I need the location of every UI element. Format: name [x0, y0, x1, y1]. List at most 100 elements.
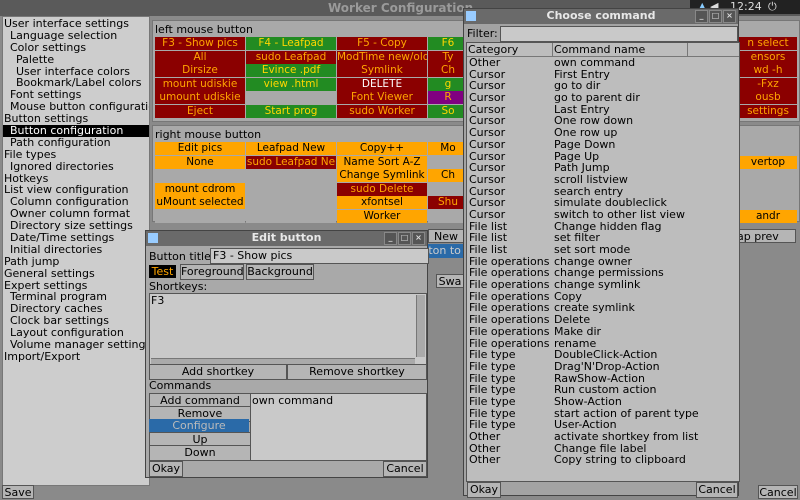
save-button[interactable]: Save — [2, 485, 34, 499]
col-command-header[interactable]: Command name — [553, 43, 688, 56]
tree-item[interactable]: Button configuration — [3, 125, 149, 137]
grid-button[interactable]: n select — [739, 37, 797, 50]
grid-button[interactable]: F3 - Show pics — [155, 37, 245, 50]
tree-item[interactable]: Palette — [3, 54, 149, 66]
tree-item[interactable]: Language selection — [3, 30, 149, 42]
command-row[interactable]: Other own command — [469, 57, 739, 69]
configure-button[interactable]: Configure — [149, 419, 249, 433]
grid-button[interactable]: sudo Leafpad — [246, 50, 336, 64]
grid-button[interactable]: uMount selected — [155, 196, 245, 209]
grid-button[interactable]: g — [428, 77, 468, 91]
grid-button[interactable] — [246, 196, 336, 209]
tree-item[interactable]: Expert settings — [3, 280, 149, 292]
grid-button[interactable] — [428, 155, 468, 169]
power-icon[interactable]: ⏻ — [768, 0, 777, 14]
grid-button[interactable]: sudo Delete — [337, 182, 427, 196]
choose-dialog-titlebar[interactable]: Choose command _ □ × — [464, 9, 738, 24]
grid-button[interactable]: andr — [739, 209, 797, 223]
settings-tree[interactable]: User interface settings Language selectio… — [2, 16, 150, 486]
choose-okay-button[interactable]: Okay — [467, 482, 501, 498]
grid-button[interactable]: ensors — [739, 50, 797, 64]
grid-button[interactable] — [428, 182, 468, 196]
command-row[interactable]: Cursor Page Down — [469, 139, 739, 151]
grid-button[interactable] — [246, 91, 336, 104]
grid-button[interactable]: -Fxz — [739, 77, 797, 91]
grid-button[interactable]: vertop — [739, 155, 797, 169]
grid-button[interactable]: Leafpad New — [246, 142, 336, 155]
command-table[interactable]: Category Command name Other own command Cu… — [466, 42, 740, 482]
down-button[interactable]: Down — [149, 445, 251, 461]
minimize-icon[interactable]: _ — [384, 232, 397, 245]
command-row[interactable]: Cursor switch to other list view — [469, 209, 739, 221]
settings-tree-list[interactable]: User interface settings Language selectio… — [3, 17, 149, 363]
swap-button[interactable]: Swa — [436, 274, 464, 288]
close-icon[interactable]: × — [723, 10, 736, 23]
tree-item[interactable]: Clock bar settings — [3, 315, 149, 327]
grid-button[interactable]: ousb — [739, 91, 797, 104]
grid-button[interactable]: Eject — [155, 104, 245, 118]
edit-okay-button[interactable]: Okay — [149, 461, 183, 477]
grid-button[interactable]: Name Sort A-Z — [337, 155, 427, 169]
foreground-button[interactable]: Foreground — [180, 264, 244, 280]
grid-button[interactable] — [246, 209, 336, 223]
col-category-header[interactable]: Category — [467, 43, 553, 56]
grid-button[interactable] — [739, 196, 797, 209]
choose-cancel-button[interactable]: Cancel — [696, 482, 738, 498]
grid-button[interactable]: R — [428, 91, 468, 104]
grid-button[interactable]: Ch — [428, 169, 468, 182]
tree-item[interactable]: Column configuration — [3, 196, 149, 208]
grid-button[interactable]: xfontsel — [337, 196, 427, 209]
tree-item[interactable]: User interface colors — [3, 66, 149, 78]
background-button[interactable]: Background — [246, 264, 314, 280]
tree-item[interactable]: Bookmark/Label colors — [3, 77, 149, 89]
tree-item[interactable]: Mouse button configuration — [3, 101, 149, 113]
grid-button[interactable]: mount udiskie — [155, 77, 245, 91]
remove-shortkey-button[interactable]: Remove shortkey — [287, 364, 427, 380]
grid-button[interactable] — [155, 209, 245, 223]
grid-button[interactable]: F4 - Leafpad — [246, 37, 336, 50]
grid-button[interactable]: So — [428, 104, 468, 118]
tree-item[interactable]: File types — [3, 149, 149, 161]
edit-cancel-button[interactable]: Cancel — [383, 461, 427, 477]
add-shortkey-button[interactable]: Add shortkey — [149, 364, 287, 380]
tree-item[interactable]: Path configuration — [3, 137, 149, 149]
tree-item[interactable]: General settings — [3, 268, 149, 280]
command-row[interactable]: Other activate shortkey from list — [469, 431, 739, 443]
grid-button[interactable]: Symlink — [337, 64, 427, 77]
shortkey-item[interactable]: F3 — [150, 294, 426, 307]
grid-button[interactable]: Ch — [428, 64, 468, 77]
grid-button[interactable]: umount udiskie — [155, 91, 245, 104]
grid-button[interactable]: Edit pics — [155, 142, 245, 155]
tree-item[interactable]: Layout configuration — [3, 327, 149, 339]
maximize-icon[interactable]: □ — [709, 10, 722, 23]
grid-button[interactable]: Shu — [428, 196, 468, 209]
tree-item[interactable]: Ignored directories — [3, 161, 149, 173]
command-row[interactable]: Cursor scroll listview — [469, 174, 739, 186]
tree-item[interactable]: Initial directories — [3, 244, 149, 256]
command-row[interactable]: Cursor First Entry — [469, 68, 739, 81]
grid-button[interactable]: Change Symlink — [337, 169, 427, 182]
grid-button[interactable]: view .html — [246, 77, 336, 91]
grid-button[interactable]: mount cdrom — [155, 182, 245, 196]
tree-item[interactable]: Owner column format — [3, 208, 149, 220]
tree-item[interactable]: Button settings — [3, 113, 149, 125]
close-icon[interactable]: × — [412, 232, 425, 245]
command-row[interactable]: File list set sort mode — [469, 244, 739, 256]
tree-item[interactable]: Terminal program — [3, 291, 149, 303]
grid-button[interactable] — [739, 182, 797, 196]
grid-button[interactable]: None — [155, 155, 245, 169]
command-row[interactable]: Other Copy string to clipboard — [469, 454, 739, 466]
grid-button[interactable]: sudo Leafpad Ne — [246, 155, 336, 169]
command-row[interactable]: Cursor go to parent dir — [469, 92, 739, 104]
grid-button[interactable]: sudo Worker — [337, 104, 427, 118]
grid-button[interactable]: ModTime new/old — [337, 50, 427, 64]
shortkeys-scrollbar[interactable] — [416, 295, 425, 357]
grid-button[interactable] — [246, 169, 336, 182]
tree-item[interactable]: Hotkeys — [3, 173, 149, 185]
tree-item[interactable]: Volume manager settings — [3, 339, 149, 351]
grid-button[interactable]: settings — [739, 104, 797, 118]
command-list[interactable]: Other own command Cursor First Entry Cursor g… — [467, 57, 739, 466]
grid-button[interactable]: All — [155, 50, 245, 64]
command-row[interactable]: File type Show-Action — [469, 396, 739, 408]
grid-button[interactable]: Ty — [428, 50, 468, 64]
